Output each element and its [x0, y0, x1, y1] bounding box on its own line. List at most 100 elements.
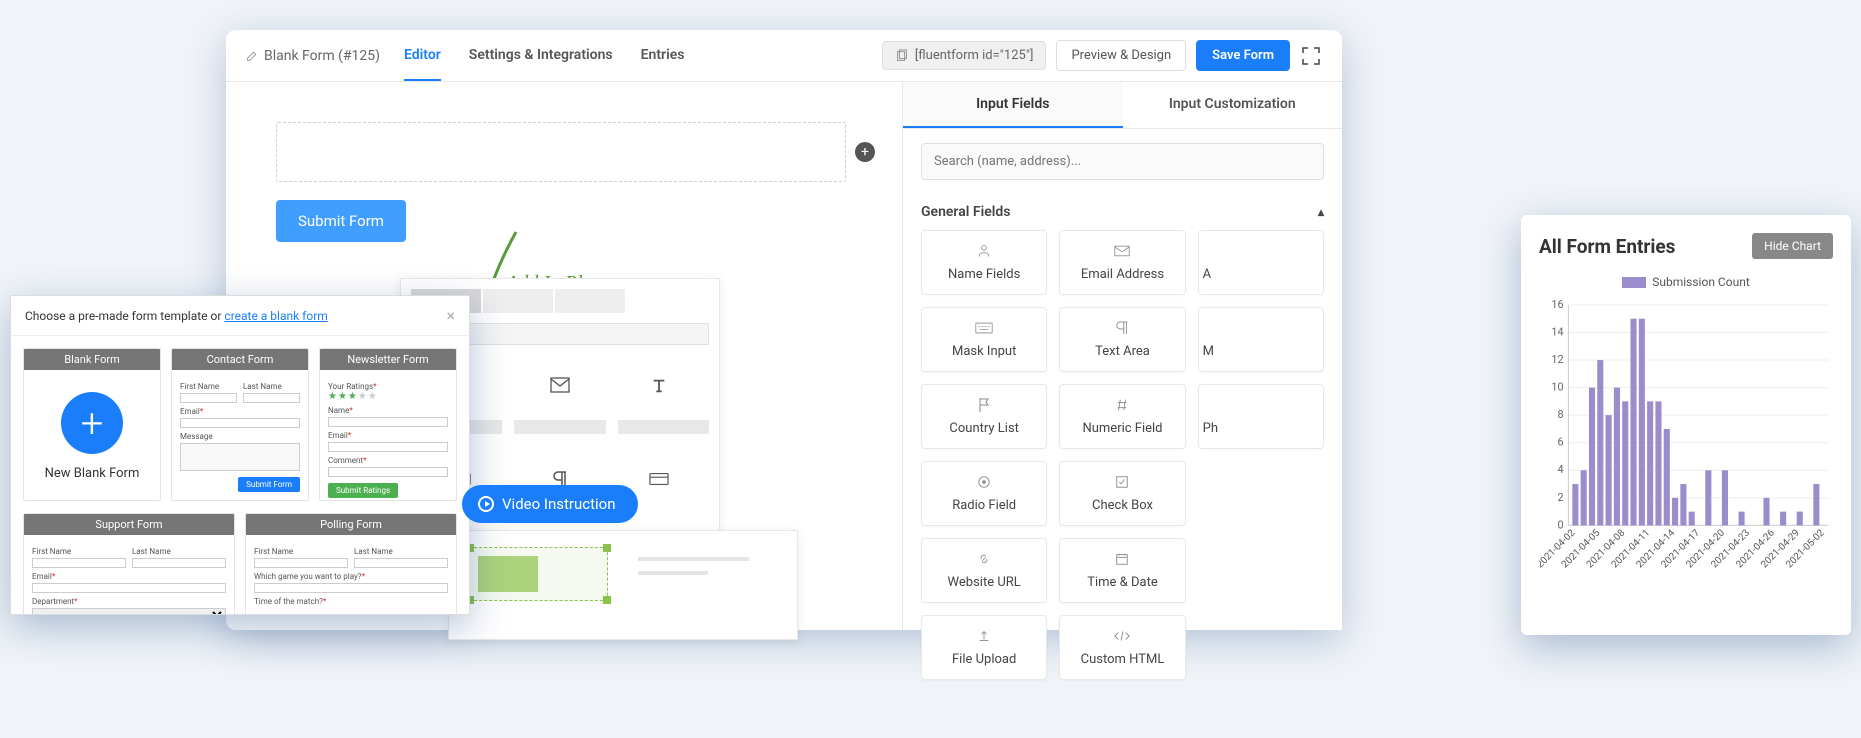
shortcode-display[interactable]: [fluentform id="125"] [882, 41, 1047, 70]
add-field-button[interactable]: + [855, 142, 875, 162]
field-search-wrap [921, 143, 1324, 180]
field-tile-a[interactable]: A [1198, 230, 1324, 295]
field-label: Email Address [1081, 267, 1164, 282]
field-tile-email-address[interactable]: Email Address [1059, 230, 1185, 295]
template-contact-form[interactable]: Contact Form First Name Last Name Email*… [171, 348, 309, 501]
field-tile-numeric-field[interactable]: Numeric Field [1059, 384, 1185, 449]
field-icon [1115, 474, 1129, 490]
field-icon [1114, 243, 1130, 259]
template-title: Blank Form [24, 349, 160, 370]
tab-entries[interactable]: Entries [641, 31, 685, 81]
field-icon [977, 551, 991, 567]
field-search-input[interactable] [921, 143, 1324, 180]
copy-icon [895, 49, 909, 63]
field-label: Mask Input [952, 344, 1016, 359]
text-icon [610, 377, 709, 400]
shortcode-text: [fluentform id="125"] [915, 48, 1034, 63]
header-actions: [fluentform id="125"] Preview & Design S… [882, 40, 1322, 71]
section-general-fields[interactable]: General Fields ▴ [903, 194, 1342, 230]
form-name[interactable]: Blank Form (#125) [246, 48, 380, 64]
template-blank-form[interactable]: Blank Form + New Blank Form [23, 348, 161, 501]
svg-text:10: 10 [1551, 381, 1563, 394]
field-tile-mask-input[interactable]: Mask Input [921, 307, 1047, 372]
field-tile-check-box[interactable]: Check Box [1059, 461, 1185, 526]
field-label: Text Area [1095, 344, 1150, 359]
fullscreen-icon [1302, 47, 1320, 65]
svg-text:14: 14 [1551, 325, 1563, 338]
editor-header: Blank Form (#125) Editor Settings & Inte… [226, 30, 1342, 82]
tab-editor[interactable]: Editor [404, 31, 441, 81]
form-dropzone[interactable]: + [276, 122, 846, 182]
field-label: Country List [949, 421, 1019, 436]
field-label: Radio Field [952, 498, 1016, 513]
template-title: Newsletter Form [320, 349, 456, 370]
svg-text:0: 0 [1557, 518, 1563, 531]
panel-tab-customization[interactable]: Input Customization [1123, 82, 1343, 128]
hide-chart-button[interactable]: Hide Chart [1752, 233, 1833, 259]
field-tile-name-fields[interactable]: Name Fields [921, 230, 1047, 295]
field-label: Website URL [948, 575, 1021, 590]
envelope-icon [510, 377, 609, 400]
field-label: M [1203, 344, 1214, 359]
field-tile-website-url[interactable]: Website URL [921, 538, 1047, 603]
video-instruction-button[interactable]: Video Instruction [462, 485, 638, 523]
field-label: Name Fields [948, 267, 1020, 282]
field-icon [1115, 551, 1129, 567]
field-icon [975, 320, 993, 336]
field-tile-custom-html[interactable]: Custom HTML [1059, 615, 1185, 680]
field-tile-radio-field[interactable]: Radio Field [921, 461, 1047, 526]
close-icon[interactable]: × [446, 306, 455, 325]
fullscreen-button[interactable] [1300, 45, 1322, 67]
field-tile-text-area[interactable]: Text Area [1059, 307, 1185, 372]
tab-settings[interactable]: Settings & Integrations [469, 31, 613, 81]
field-label: Custom HTML [1081, 652, 1165, 667]
template-grid-row2: Support Form First Name Last Name Email*… [11, 513, 469, 615]
video-label: Video Instruction [502, 495, 616, 513]
drag-preview-box [469, 547, 608, 601]
field-label: Time & Date [1087, 575, 1158, 590]
field-label: File Upload [952, 652, 1016, 667]
preview-button[interactable]: Preview & Design [1056, 40, 1186, 71]
chart-legend: Submission Count [1539, 275, 1833, 289]
field-icon [1115, 320, 1129, 336]
create-blank-link[interactable]: create a blank form [224, 309, 327, 323]
plus-icon: + [61, 392, 123, 454]
field-tile-time-&-date[interactable]: Time & Date [1059, 538, 1185, 603]
svg-text:12: 12 [1551, 353, 1563, 366]
template-grid-row1: Blank Form + New Blank Form Contact Form… [11, 336, 469, 513]
field-label: Ph [1203, 421, 1218, 436]
field-tile-m[interactable]: M [1198, 307, 1324, 372]
legend-swatch [1622, 277, 1646, 288]
pencil-icon [246, 50, 258, 62]
field-icon [1115, 397, 1129, 413]
legend-label: Submission Count [1652, 275, 1750, 289]
new-blank-label: New Blank Form [32, 466, 152, 481]
panel-tabs: Input Fields Input Customization [903, 82, 1342, 129]
field-icon [977, 628, 991, 644]
play-icon [478, 496, 494, 512]
template-support-form[interactable]: Support Form First Name Last Name Email*… [23, 513, 235, 615]
field-tile-file-upload[interactable]: File Upload [921, 615, 1047, 680]
tiny-select [32, 608, 226, 615]
template-modal: Choose a pre-made form template or creat… [10, 295, 470, 615]
template-polling-form[interactable]: Polling Form First Name Last Name Which … [245, 513, 457, 615]
template-title: Support Form [24, 514, 234, 535]
field-label: A [1203, 267, 1211, 282]
field-icon [977, 474, 991, 490]
form-name-text: Blank Form (#125) [264, 48, 380, 64]
field-icon [977, 397, 991, 413]
svg-text:4: 4 [1557, 463, 1563, 476]
template-title: Polling Form [246, 514, 456, 535]
save-button[interactable]: Save Form [1196, 40, 1290, 71]
field-tile-ph[interactable]: Ph [1198, 384, 1324, 449]
field-tile-country-list[interactable]: Country List [921, 384, 1047, 449]
template-prompt: Choose a pre-made form template or creat… [25, 309, 328, 323]
template-newsletter-form[interactable]: Newsletter Form Your Ratings* ★★★★★ Name… [319, 348, 457, 501]
entries-bar-chart: 02468101214162021-04-022021-04-052021-04… [1539, 297, 1833, 597]
field-label: Numeric Field [1082, 421, 1162, 436]
submit-form-button[interactable]: Submit Form [276, 200, 406, 242]
star-rating: ★★★★★ [328, 391, 448, 402]
svg-text:16: 16 [1551, 298, 1563, 311]
panel-tab-input-fields[interactable]: Input Fields [903, 82, 1123, 128]
section-title: General Fields [921, 204, 1010, 220]
